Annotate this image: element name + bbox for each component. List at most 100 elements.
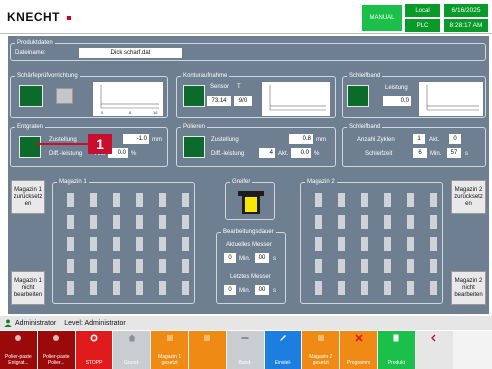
schleifband-leistung-value: 0.0 <box>383 96 411 106</box>
entgraten-zustellung-value[interactable]: -1.0 <box>123 134 149 144</box>
schleifband-graph-svg <box>426 85 479 111</box>
callout-pointer-line <box>36 143 90 145</box>
entgraten-akt-unit: % <box>131 151 137 157</box>
logo-accent-dot <box>67 16 71 20</box>
dateiname-label: Dateiname: <box>15 50 46 56</box>
polieren-zustellung-unit: mm <box>316 137 326 143</box>
magazin1-slot <box>182 237 189 251</box>
magazin2-slot <box>338 215 345 229</box>
magazin2-slot <box>361 281 368 295</box>
magazin1-slot <box>113 193 120 207</box>
function-button-7[interactable]: Band- <box>226 331 265 369</box>
zyklen-value[interactable]: 1 <box>413 134 425 144</box>
entgraten-title: Entgraten <box>15 123 46 131</box>
magazin2-slot <box>384 259 391 273</box>
schleifzeit-sec-value[interactable]: 57 <box>447 148 461 158</box>
pencil-icon <box>279 335 286 341</box>
magazin2-slot <box>430 193 437 207</box>
magazin2-reset-button[interactable]: Magazin 2 zurücksetz en <box>451 180 486 214</box>
polieren-diff-value[interactable]: 4 <box>259 148 275 158</box>
kontur-group: Konturaufnahme Sensor T 73.14 9/0 <box>176 72 336 118</box>
kontur-sensor-t: T <box>237 84 241 90</box>
function-button-2[interactable]: Polier-paste Polier... <box>37 331 76 369</box>
magazin1-slot <box>136 281 143 295</box>
magazin1-slot <box>159 215 166 229</box>
magazin1-slot <box>182 193 189 207</box>
polieren-diff-label: Diff.-leistung <box>211 151 245 157</box>
kontur-graph-svg <box>269 85 326 111</box>
function-button-bar: Polier-paste Entgrat... Polier-paste Poli… <box>0 331 492 369</box>
magazin1-slot <box>90 281 97 295</box>
produktdaten-title: Produktdaten <box>15 39 55 47</box>
magazin2-slot <box>315 237 322 251</box>
polieren-zustellung-value[interactable]: 0.8 <box>289 134 313 144</box>
function-button-10[interactable]: Programm <box>340 331 378 369</box>
function-button-3[interactable]: STOPP <box>75 331 114 369</box>
function-button-6[interactable] <box>188 331 227 369</box>
polieren-akt-unit: % <box>314 151 320 157</box>
function-button-label: Polier-paste Polier... <box>42 354 70 366</box>
magazin2-slot <box>384 237 391 251</box>
magazin2-slot <box>407 193 414 207</box>
mode-indicator: MANUAL <box>362 5 402 31</box>
status-user: Administrator <box>15 319 57 327</box>
magazin2-slot <box>315 193 322 207</box>
schaerfe-graph-svg: 0 8 16 <box>100 85 159 115</box>
local-indicator: Local <box>405 4 440 17</box>
magazin1-slot <box>159 259 166 273</box>
function-button-5[interactable]: Magazin 1 gesetzt <box>151 331 189 369</box>
polieren-status-indicator <box>183 136 205 158</box>
aktuell-sec-unit: s <box>273 256 276 262</box>
magazin1-slot <box>159 193 166 207</box>
function-button-1[interactable]: Polier-paste Entgrat... <box>0 331 38 369</box>
magazin1-reset-button[interactable]: Magazin 1 zurücksetz en <box>11 180 45 214</box>
function-button-label: Produkt <box>387 360 405 366</box>
produktdaten-group: Produktdaten Dateiname: Dick scharf.dat <box>10 39 486 61</box>
schleifzeit-min-label: Min. <box>430 151 442 157</box>
magazin2-slot <box>338 193 345 207</box>
schleifband-status-indicator <box>347 85 369 107</box>
zyklen-akt-value: 0 <box>449 134 461 144</box>
magazin1-skip-button[interactable]: Magazin 1 nicht bearbeiten <box>11 271 45 305</box>
callout-number-badge: 1 <box>88 134 112 154</box>
schleifband-top-group: Schleifband Leistung 0.0 <box>342 72 486 118</box>
function-button-label: STOPP <box>85 360 103 366</box>
magazin1-slot <box>136 215 143 229</box>
function-button-12[interactable] <box>415 331 454 369</box>
function-button-label: Einstel- <box>274 360 292 366</box>
magazine-icon <box>317 335 324 341</box>
close-icon <box>354 334 363 342</box>
magazin2-slot <box>315 281 322 295</box>
magazin2-skip-button[interactable]: Magazin 2 nicht bearbeiten <box>451 271 486 305</box>
magazin2-slot <box>338 237 345 251</box>
magazin2-slot <box>384 215 391 229</box>
kontur-title: Konturaufnahme <box>181 72 230 80</box>
function-button-11[interactable]: Produkt <box>377 331 416 369</box>
magazin2-slot <box>361 193 368 207</box>
magazin2-slot <box>407 281 414 295</box>
aktuell-min-value: 0 <box>224 253 236 263</box>
magazin1-slot <box>113 281 120 295</box>
function-button-8[interactable]: Einstel- <box>264 331 303 369</box>
greifer-title: Greifer <box>230 178 253 186</box>
schleifzeit-min-value[interactable]: 6 <box>413 148 427 158</box>
kontur-graph <box>262 82 330 116</box>
magazin2-slot <box>384 193 391 207</box>
dateiname-field[interactable]: Dick scharf.dat <box>79 48 182 58</box>
date-display: 6/16/2025 <box>444 4 488 17</box>
function-button-4[interactable]: Grund- <box>113 331 152 369</box>
magazin1-slot <box>182 259 189 273</box>
function-button-9[interactable]: Magazin 2 gesetzt <box>302 331 341 369</box>
polieren-akt-value: 0.0 <box>291 148 311 158</box>
magazin1-slot <box>113 215 120 229</box>
magazin2-slot <box>430 215 437 229</box>
magazin1-slot <box>113 259 120 273</box>
aktuell-sec-value: 00 <box>255 253 269 263</box>
magazin2-slot <box>361 215 368 229</box>
belt-icon <box>241 337 249 339</box>
zyklen-akt-label: Akt. <box>429 137 440 143</box>
kontur-value1: 73.14 <box>207 96 231 106</box>
kontur-status-indicator <box>183 85 205 107</box>
main-panel: Produktdaten Dateiname: Dick scharf.dat … <box>8 36 489 314</box>
magazin1-slot <box>90 259 97 273</box>
